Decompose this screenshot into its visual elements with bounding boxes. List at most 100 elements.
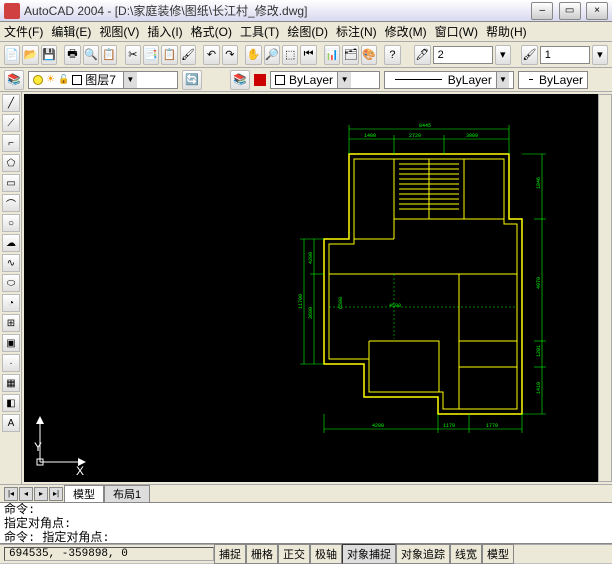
lineweight-label: ByLayer	[539, 73, 583, 87]
otrack-button[interactable]: 对象追踪	[396, 544, 450, 564]
revcloud-icon[interactable]: ☁	[2, 234, 20, 252]
insert-icon[interactable]: ⊞	[2, 314, 20, 332]
help-icon[interactable]: ?	[384, 45, 400, 65]
save-icon[interactable]: 💾	[41, 45, 57, 65]
pline-icon[interactable]: ⌐	[2, 134, 20, 152]
svg-text:1410: 1410	[536, 382, 542, 394]
menu-format[interactable]: 格式(O)	[191, 23, 232, 40]
app-icon	[4, 3, 20, 19]
svg-text:4590: 4590	[389, 303, 401, 309]
match-icon[interactable]: 🖌	[180, 45, 196, 65]
brush2-icon[interactable]: 🖌	[521, 45, 537, 65]
dropdown-icon[interactable]: ▾	[495, 45, 511, 65]
preview-icon[interactable]: 🔍	[83, 45, 99, 65]
menu-dimension[interactable]: 标注(N)	[336, 23, 377, 40]
layer-dropdown[interactable]: ☀ 🔓 图层7 ▼	[28, 71, 178, 89]
snap-button[interactable]: 捕捉	[214, 544, 246, 564]
zoom-prev-icon[interactable]: ⏮	[300, 45, 316, 65]
polar-button[interactable]: 极轴	[310, 544, 342, 564]
lineweight-dropdown[interactable]: ByLayer	[518, 71, 588, 89]
menu-draw[interactable]: 绘图(D)	[287, 23, 328, 40]
zoom-rt-icon[interactable]: 🔎	[264, 45, 280, 65]
standard-toolbar: 📄 📂 💾 🖶 🔍 📋 ✂ 📑 📋 🖌 ↶ ↷ ✋ 🔎 ⬚ ⏮ 📊 🗂 🎨 ? …	[0, 42, 612, 68]
tab-first-icon[interactable]: |◂	[4, 487, 18, 501]
menu-tools[interactable]: 工具(T)	[240, 23, 279, 40]
print-icon[interactable]: 🖶	[64, 45, 80, 65]
point-icon[interactable]: ·	[2, 354, 20, 372]
hatch-icon[interactable]: ▦	[2, 374, 20, 392]
arc-icon[interactable]: ⌒	[2, 194, 20, 212]
linetype-input[interactable]	[433, 46, 493, 64]
brush-icon[interactable]: 🖊	[414, 45, 430, 65]
close-button[interactable]: ×	[586, 2, 608, 20]
linetype-dropdown[interactable]: ByLayer ▼	[384, 71, 514, 89]
sun-icon: ☀	[46, 74, 55, 85]
cmd-line-1: 命令:	[0, 503, 612, 517]
properties-icon[interactable]: 📊	[324, 45, 340, 65]
polygon-icon[interactable]: ⬠	[2, 154, 20, 172]
menu-view[interactable]: 视图(V)	[99, 23, 139, 40]
menu-modify[interactable]: 修改(M)	[385, 23, 427, 40]
publish-icon[interactable]: 📋	[101, 45, 117, 65]
layer-prev-icon[interactable]: 🔄	[182, 70, 202, 90]
ucs-y-label: Y	[34, 440, 42, 454]
redo-icon[interactable]: ↷	[222, 45, 238, 65]
dcenter-icon[interactable]: 🗂	[342, 45, 358, 65]
minimize-button[interactable]: –	[531, 2, 553, 20]
layers2-icon[interactable]: 📚	[230, 70, 250, 90]
undo-icon[interactable]: ↶	[203, 45, 219, 65]
lineweight-input[interactable]	[540, 46, 590, 64]
text-icon[interactable]: A	[2, 414, 20, 432]
block-icon[interactable]: ▣	[2, 334, 20, 352]
tab-next-icon[interactable]: ▸	[34, 487, 48, 501]
dropdown2-icon[interactable]: ▾	[592, 45, 608, 65]
new-icon[interactable]: 📄	[4, 45, 20, 65]
svg-text:1179: 1179	[443, 423, 455, 429]
svg-text:1201: 1201	[536, 345, 542, 357]
menu-help[interactable]: 帮助(H)	[486, 23, 527, 40]
drawing-canvas[interactable]: 8445 1400 2720 3009 4200 1179 1770 11700	[24, 94, 598, 482]
square-icon	[275, 75, 285, 85]
window-title: AutoCAD 2004 - [D:\家庭装修\图纸\长江村_修改.dwg]	[24, 2, 529, 19]
rect-icon[interactable]: ▭	[2, 174, 20, 192]
chevron-down-icon[interactable]: ▼	[337, 72, 351, 88]
color-red-icon[interactable]	[254, 74, 266, 86]
zoom-win-icon[interactable]: ⬚	[282, 45, 298, 65]
region-icon[interactable]: ◧	[2, 394, 20, 412]
command-window[interactable]: 命令: 指定对角点: 命令: 指定对角点:	[0, 502, 612, 544]
pan-icon[interactable]: ✋	[245, 45, 261, 65]
tpalette-icon[interactable]: 🎨	[361, 45, 377, 65]
layer-mgr-icon[interactable]: 📚	[4, 70, 24, 90]
circle-icon[interactable]: ○	[2, 214, 20, 232]
spline-icon[interactable]: ∿	[2, 254, 20, 272]
tab-layout1[interactable]: 布局1	[104, 485, 150, 502]
line-icon[interactable]: ╱	[2, 94, 20, 112]
earc-icon[interactable]: ◔	[2, 294, 20, 312]
grid-button[interactable]: 栅格	[246, 544, 278, 564]
cut-icon[interactable]: ✂	[125, 45, 141, 65]
osnap-button[interactable]: 对象捕捉	[342, 544, 396, 564]
lwt-button[interactable]: 线宽	[450, 544, 482, 564]
chevron-down-icon[interactable]: ▼	[123, 72, 137, 88]
ellipse-icon[interactable]: ⬭	[2, 274, 20, 292]
menu-file[interactable]: 文件(F)	[4, 23, 43, 40]
open-icon[interactable]: 📂	[22, 45, 38, 65]
maximize-button[interactable]: ▭	[559, 2, 581, 20]
menu-window[interactable]: 窗口(W)	[435, 23, 478, 40]
menu-edit[interactable]: 编辑(E)	[51, 23, 91, 40]
menu-insert[interactable]: 插入(I)	[147, 23, 182, 40]
tab-last-icon[interactable]: ▸|	[49, 487, 63, 501]
copy-icon[interactable]: 📑	[143, 45, 159, 65]
svg-text:3600: 3600	[308, 307, 314, 319]
chevron-down-icon[interactable]: ▼	[496, 72, 509, 88]
svg-text:1400: 1400	[364, 133, 376, 139]
tab-prev-icon[interactable]: ◂	[19, 487, 33, 501]
paste-icon[interactable]: 📋	[161, 45, 177, 65]
vertical-scrollbar[interactable]	[598, 94, 612, 482]
tab-model[interactable]: 模型	[64, 485, 104, 502]
ortho-button[interactable]: 正交	[278, 544, 310, 564]
svg-text:6500: 6500	[338, 297, 344, 309]
color-dropdown[interactable]: ByLayer ▼	[270, 71, 380, 89]
model-button[interactable]: 模型	[482, 544, 514, 564]
xline-icon[interactable]: ⟋	[2, 114, 20, 132]
